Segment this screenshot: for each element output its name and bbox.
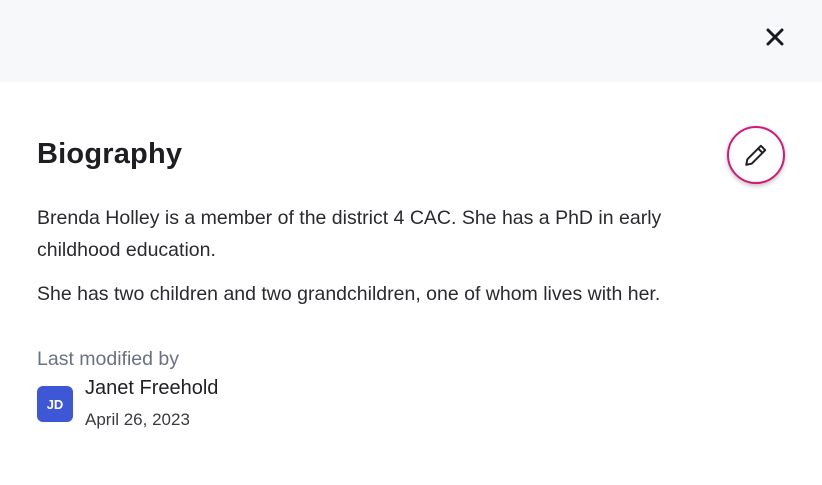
bio-paragraph: She has two children and two grandchildr… bbox=[37, 283, 661, 305]
last-modified-label: Last modified by bbox=[37, 348, 179, 370]
modifier-name: Janet Freehold bbox=[85, 377, 219, 399]
bio-paragraph: Brenda Holley is a member of the distric… bbox=[37, 207, 662, 261]
modified-date: April 26, 2023 bbox=[85, 410, 190, 429]
modal-header bbox=[0, 0, 822, 82]
pencil-icon bbox=[745, 144, 767, 166]
avatar: JD bbox=[37, 386, 73, 422]
close-button[interactable] bbox=[760, 22, 790, 52]
edit-button[interactable] bbox=[727, 126, 785, 184]
section-title: Biography bbox=[37, 138, 183, 170]
close-icon bbox=[766, 28, 784, 46]
biography-text: Brenda Holley is a member of the distric… bbox=[37, 202, 737, 322]
